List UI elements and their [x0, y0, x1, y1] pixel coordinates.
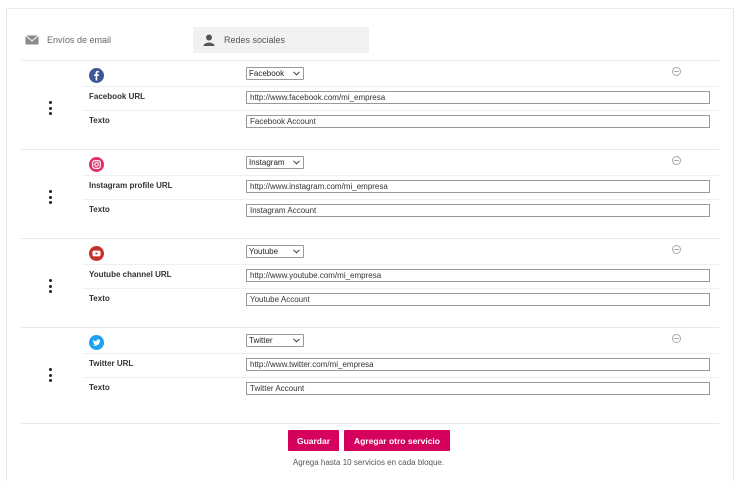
twitter-icon — [89, 335, 104, 350]
divider — [21, 423, 719, 424]
text-row: Texto Facebook Account — [83, 110, 719, 135]
url-label: Instagram profile URL — [89, 181, 173, 190]
text-input[interactable]: Youtube Account — [246, 293, 710, 306]
drag-handle-icon[interactable] — [48, 190, 52, 204]
add-service-button[interactable]: Agregar otro servicio — [344, 430, 450, 451]
text-input[interactable]: Twitter Account — [246, 382, 710, 395]
save-button[interactable]: Guardar — [288, 430, 339, 451]
chevron-down-icon — [293, 71, 300, 76]
url-input[interactable]: http://www.twitter.com/mi_empresa — [246, 358, 710, 371]
text-row: Texto Twitter Account — [83, 377, 719, 402]
url-label: Youtube channel URL — [89, 270, 172, 279]
user-icon — [203, 34, 215, 46]
text-input[interactable]: Facebook Account — [246, 115, 710, 128]
remove-service-button[interactable] — [672, 334, 681, 343]
url-label: Twitter URL — [89, 359, 134, 368]
chevron-down-icon — [293, 160, 300, 165]
service-block-facebook: Facebook Facebook URL http://www.faceboo… — [21, 60, 719, 150]
service-select[interactable]: Youtube — [246, 245, 304, 258]
envelope-icon — [25, 35, 39, 45]
url-row: Twitter URL http://www.twitter.com/mi_em… — [83, 353, 719, 378]
tab-social[interactable]: Redes sociales — [193, 27, 369, 53]
service-select-value: Instagram — [249, 158, 285, 167]
url-label: Facebook URL — [89, 92, 146, 101]
youtube-icon — [89, 246, 104, 261]
text-label: Texto — [89, 294, 110, 303]
service-block-youtube: Youtube Youtube channel URL http://www.y… — [21, 238, 719, 328]
service-select-value: Youtube — [249, 247, 279, 256]
service-select[interactable]: Twitter — [246, 334, 304, 347]
remove-service-button[interactable] — [672, 245, 681, 254]
url-row: Instagram profile URL http://www.instagr… — [83, 175, 719, 200]
url-row: Facebook URL http://www.facebook.com/mi_… — [83, 86, 719, 111]
url-input[interactable]: http://www.facebook.com/mi_empresa — [246, 91, 710, 104]
text-label: Texto — [89, 116, 110, 125]
text-label: Texto — [89, 383, 110, 392]
service-select-value: Twitter — [249, 336, 273, 345]
tab-email-label: Envíos de email — [47, 35, 112, 45]
services-limit-hint: Agrega hasta 10 servicios en cada bloque… — [292, 458, 445, 467]
service-block-twitter: Twitter Twitter URL http://www.twitter.c… — [21, 327, 719, 417]
tab-email[interactable]: Envíos de email — [25, 27, 175, 53]
service-select[interactable]: Facebook — [246, 67, 304, 80]
service-block-instagram: Instagram Instagram profile URL http://w… — [21, 149, 719, 239]
facebook-icon — [89, 68, 104, 83]
chevron-down-icon — [293, 249, 300, 254]
text-label: Texto — [89, 205, 110, 214]
tab-social-label: Redes sociales — [224, 35, 286, 45]
url-row: Youtube channel URL http://www.youtube.c… — [83, 264, 719, 289]
service-select-value: Facebook — [249, 69, 285, 78]
text-input[interactable]: Instagram Account — [246, 204, 710, 217]
remove-service-button[interactable] — [672, 67, 681, 76]
instagram-icon — [89, 157, 104, 172]
social-settings-panel: Envíos de email Redes sociales Facebook … — [6, 8, 734, 481]
chevron-down-icon — [293, 338, 300, 343]
url-input[interactable]: http://www.instagram.com/mi_empresa — [246, 180, 710, 193]
drag-handle-icon[interactable] — [48, 279, 52, 293]
drag-handle-icon[interactable] — [48, 101, 52, 115]
text-row: Texto Youtube Account — [83, 288, 719, 313]
url-input[interactable]: http://www.youtube.com/mi_empresa — [246, 269, 710, 282]
tab-bar: Envíos de email Redes sociales — [7, 27, 733, 53]
remove-service-button[interactable] — [672, 156, 681, 165]
drag-handle-icon[interactable] — [48, 368, 52, 382]
service-select[interactable]: Instagram — [246, 156, 304, 169]
text-row: Texto Instagram Account — [83, 199, 719, 224]
